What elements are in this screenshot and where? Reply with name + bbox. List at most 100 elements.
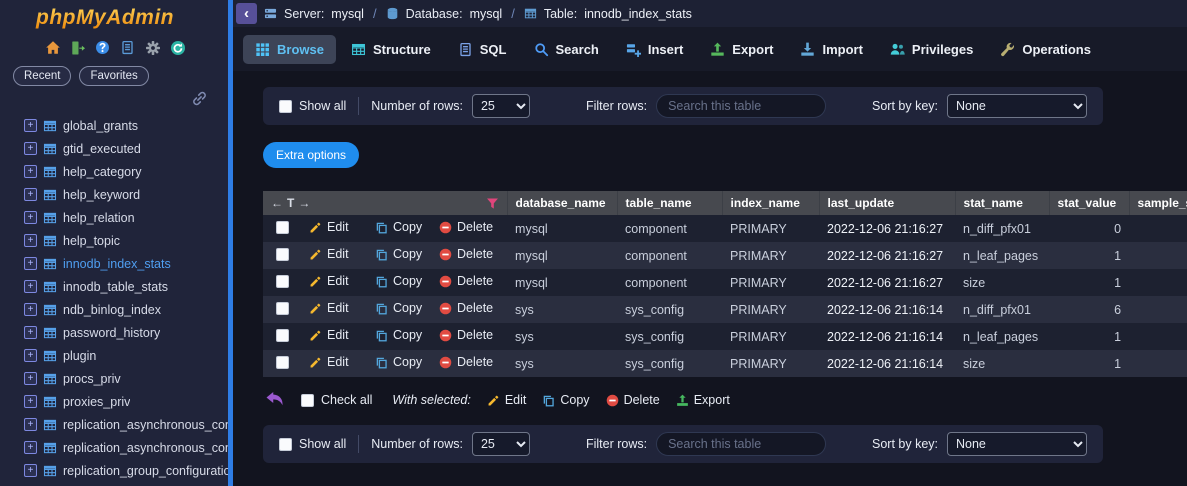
number-of-rows-select[interactable]: 25 — [471, 94, 530, 118]
expand-plus-icon[interactable]: + — [24, 418, 37, 431]
show-all[interactable]: Show all — [279, 99, 346, 113]
row-checkbox[interactable] — [275, 220, 289, 234]
table-name-label[interactable]: gtid_executed — [63, 142, 141, 156]
expand-plus-icon[interactable]: + — [24, 165, 37, 178]
selected-edit-button[interactable]: Edit — [487, 393, 526, 407]
column-header-stat-name[interactable]: stat_name — [955, 191, 1050, 215]
database-link[interactable]: mysql — [470, 7, 503, 21]
phpmyadmin-logo[interactable]: phpMyAdmin — [0, 0, 228, 30]
copy-link[interactable]: Copy — [375, 274, 422, 288]
table-name-label[interactable]: plugin — [63, 349, 96, 363]
expand-plus-icon[interactable]: + — [24, 142, 37, 155]
transpose-icon[interactable]: T — [287, 196, 294, 210]
show-all-checkbox[interactable] — [279, 99, 292, 113]
sidebar-table-item[interactable]: + procs_priv — [0, 367, 228, 390]
table-name-label[interactable]: ndb_binlog_index — [63, 303, 161, 317]
sidebar-table-item[interactable]: + password_history — [0, 321, 228, 344]
transpose-controls[interactable]: ← T → — [271, 196, 314, 210]
row-checkbox[interactable] — [275, 328, 289, 342]
table-link[interactable]: innodb_index_stats — [584, 7, 692, 21]
edit-link[interactable]: Edit — [309, 220, 349, 234]
expand-plus-icon[interactable]: + — [24, 326, 37, 339]
home-icon[interactable] — [44, 39, 61, 56]
logout-icon[interactable] — [69, 39, 86, 56]
documentation-icon[interactable] — [119, 39, 136, 56]
sidebar-table-item[interactable]: + replication_asynchronous_connection_fa… — [0, 436, 228, 459]
sidebar-table-item[interactable]: + ndb_binlog_index — [0, 298, 228, 321]
show-all[interactable]: Show all — [279, 437, 346, 451]
tab-insert[interactable]: Insert — [614, 35, 695, 64]
sidebar-table-item[interactable]: + help_keyword — [0, 183, 228, 206]
table-name-label[interactable]: help_topic — [63, 234, 120, 248]
tab-privileges[interactable]: Privileges — [878, 35, 985, 64]
favorites-button[interactable]: Favorites — [79, 66, 149, 86]
table-name-label[interactable]: help_category — [63, 165, 142, 179]
table-name-label[interactable]: proxies_priv — [63, 395, 130, 409]
row-checkbox[interactable] — [275, 355, 289, 369]
column-header-stat-value[interactable]: stat_value — [1049, 191, 1130, 215]
delete-link[interactable]: Delete — [439, 220, 493, 234]
column-header-table-name[interactable]: table_name — [617, 191, 723, 215]
table-name-label[interactable]: help_relation — [63, 211, 135, 225]
column-header-last-update[interactable]: last_update — [819, 191, 956, 215]
row-checkbox[interactable] — [275, 301, 289, 315]
column-header-index-name[interactable]: index_name — [722, 191, 820, 215]
delete-link[interactable]: Delete — [439, 328, 493, 342]
expand-plus-icon[interactable]: + — [24, 257, 37, 270]
arrow-left-icon[interactable]: ← — [271, 196, 283, 210]
link-icon[interactable] — [191, 90, 208, 107]
expand-plus-icon[interactable]: + — [24, 280, 37, 293]
expand-plus-icon[interactable]: + — [24, 211, 37, 224]
expand-plus-icon[interactable]: + — [24, 372, 37, 385]
sidebar-table-item[interactable]: + help_topic — [0, 229, 228, 252]
show-all-checkbox[interactable] — [279, 437, 292, 451]
table-name-label[interactable]: innodb_index_stats — [63, 257, 171, 271]
table-name-label[interactable]: help_keyword — [63, 188, 140, 202]
expand-plus-icon[interactable]: + — [24, 234, 37, 247]
sidebar-table-item[interactable]: + plugin — [0, 344, 228, 367]
tab-operations[interactable]: Operations — [988, 35, 1103, 64]
sidebar-table-item[interactable]: + innodb_table_stats — [0, 275, 228, 298]
recent-button[interactable]: Recent — [13, 66, 72, 86]
server-link[interactable]: mysql — [331, 7, 364, 21]
tab-search[interactable]: Search — [522, 35, 611, 64]
edit-link[interactable]: Edit — [309, 301, 349, 315]
arrow-right-icon[interactable]: → — [298, 196, 310, 210]
tab-sql[interactable]: SQL — [446, 35, 519, 64]
copy-link[interactable]: Copy — [375, 247, 422, 261]
number-of-rows-select[interactable]: 25 — [471, 432, 530, 456]
tab-import[interactable]: Import — [788, 35, 874, 64]
sidebar-table-item[interactable]: + innodb_index_stats — [0, 252, 228, 275]
sidebar-table-item[interactable]: + gtid_executed — [0, 137, 228, 160]
check-all[interactable]: Check all — [301, 393, 372, 407]
edit-link[interactable]: Edit — [309, 247, 349, 261]
sidebar-table-item[interactable]: + help_category — [0, 160, 228, 183]
copy-link[interactable]: Copy — [375, 220, 422, 234]
check-all-checkbox[interactable] — [301, 393, 314, 407]
sidebar-table-item[interactable]: + replication_group_configuration_versio… — [0, 459, 228, 482]
expand-plus-icon[interactable]: + — [24, 441, 37, 454]
tab-browse[interactable]: Browse — [243, 34, 336, 64]
filter-funnel-icon[interactable] — [486, 197, 499, 210]
table-name-label[interactable]: replication_group_configuration_version — [63, 464, 228, 478]
copy-link[interactable]: Copy — [375, 328, 422, 342]
delete-link[interactable]: Delete — [439, 301, 493, 315]
selected-delete-button[interactable]: Delete — [606, 393, 660, 407]
delete-link[interactable]: Delete — [439, 274, 493, 288]
expand-plus-icon[interactable]: + — [24, 349, 37, 362]
sidebar-table-item[interactable]: + proxies_priv — [0, 390, 228, 413]
selected-export-button[interactable]: Export — [676, 393, 730, 407]
refresh-icon[interactable] — [169, 39, 186, 56]
help-icon[interactable] — [94, 39, 111, 56]
delete-link[interactable]: Delete — [439, 247, 493, 261]
sidebar-table-item[interactable]: + global_grants — [0, 114, 228, 137]
expand-plus-icon[interactable]: + — [24, 395, 37, 408]
expand-plus-icon[interactable]: + — [24, 119, 37, 132]
expand-plus-icon[interactable]: + — [24, 303, 37, 316]
table-name-label[interactable]: innodb_table_stats — [63, 280, 168, 294]
copy-link[interactable]: Copy — [375, 301, 422, 315]
extra-options-button[interactable]: Extra options — [263, 142, 360, 168]
expand-plus-icon[interactable]: + — [24, 464, 37, 477]
copy-link[interactable]: Copy — [375, 355, 422, 369]
table-filter-input[interactable] — [656, 432, 827, 456]
